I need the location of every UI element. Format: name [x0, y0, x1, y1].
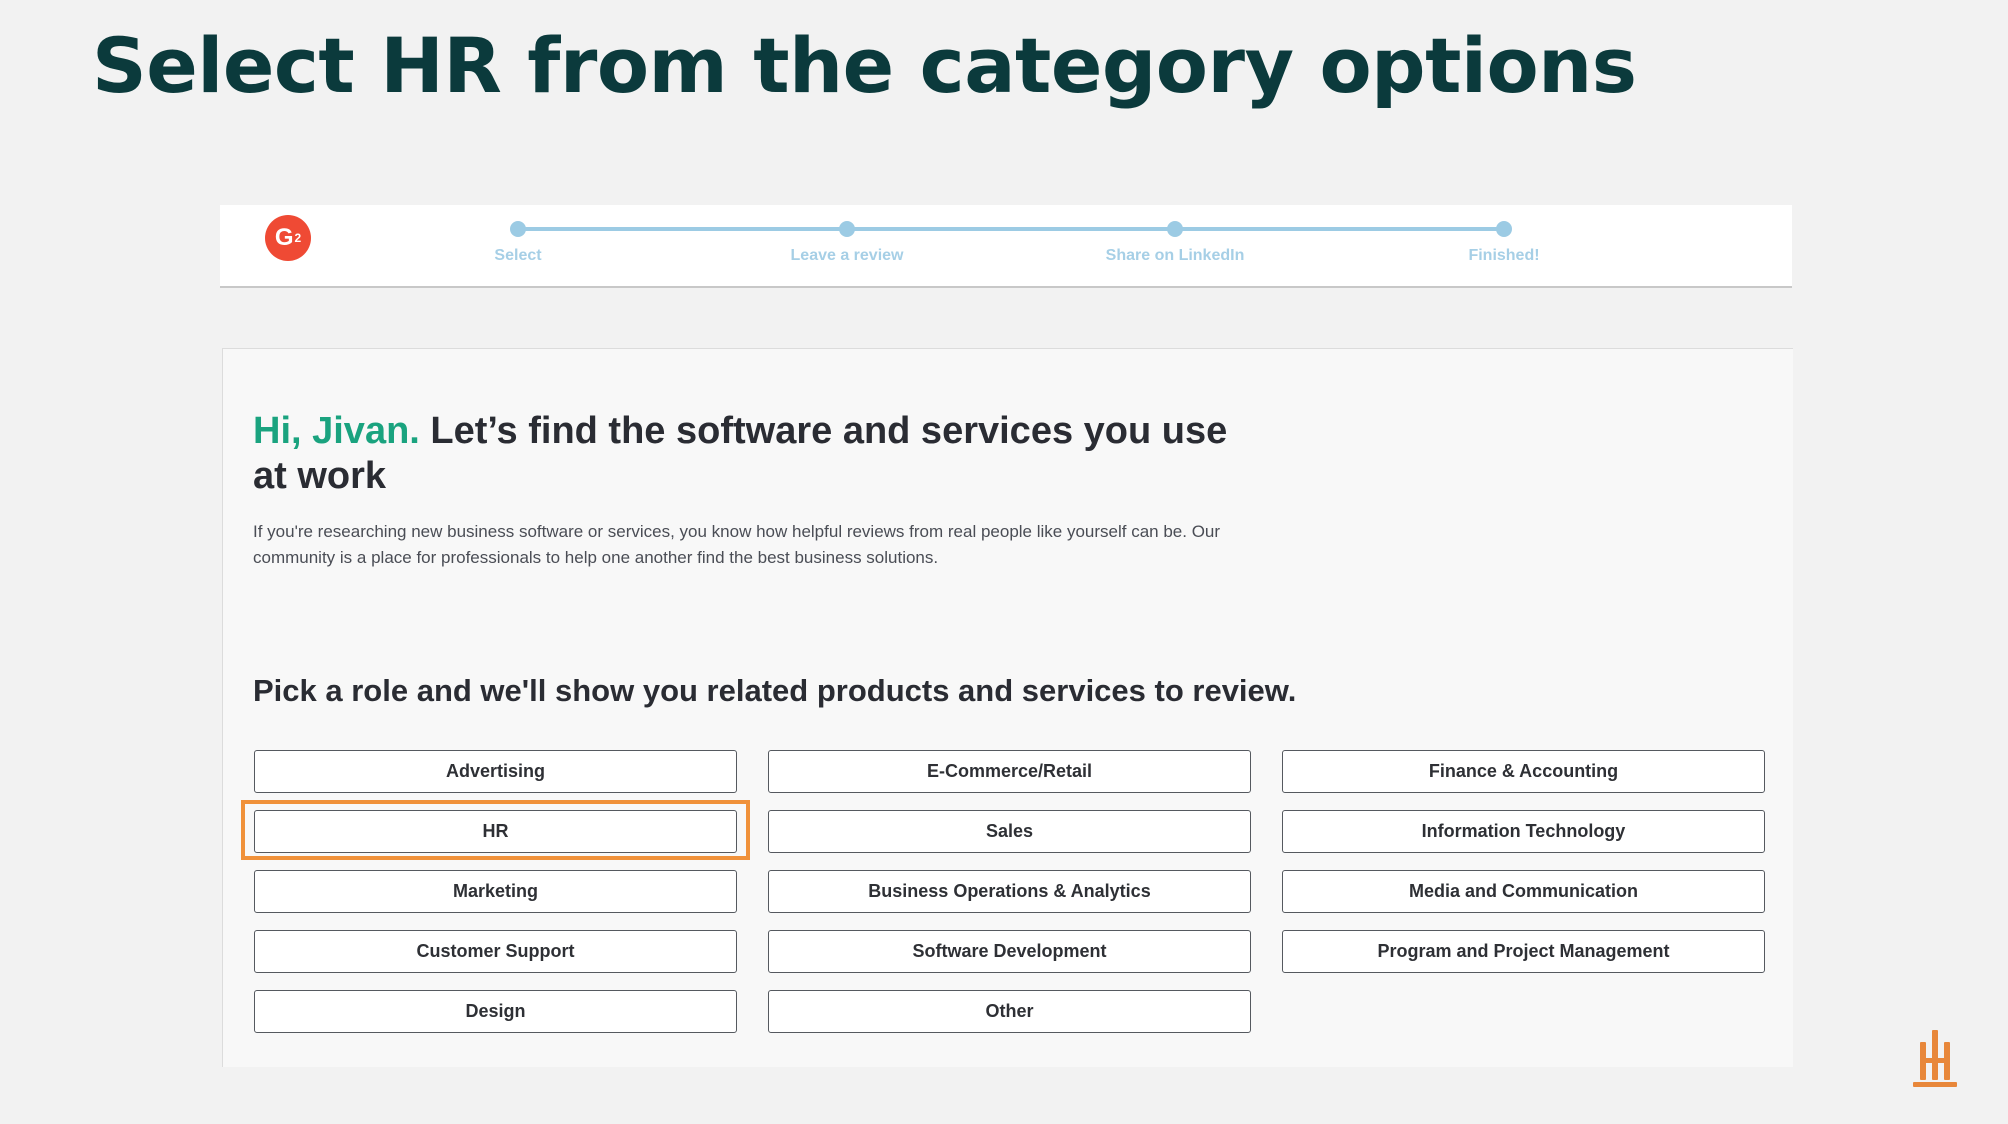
brand-mark-icon: [1913, 1030, 1957, 1087]
role-button-advertising[interactable]: Advertising: [254, 750, 737, 793]
role-button-program-project-management[interactable]: Program and Project Management: [1282, 930, 1765, 973]
role-button-finance-accounting[interactable]: Finance & Accounting: [1282, 750, 1765, 793]
role-button-design[interactable]: Design: [254, 990, 737, 1033]
g2-logo-sup: 2: [294, 231, 302, 245]
pick-role-heading: Pick a role and we'll show you related p…: [253, 673, 1297, 708]
step-dot-select: [510, 221, 526, 237]
greeting-heading: Hi, Jivan. Let’s find the software and s…: [253, 409, 1253, 499]
step-label-leave-review: Leave a review: [790, 247, 904, 264]
stepper-track: [518, 227, 1504, 231]
role-button-business-operations-analytics[interactable]: Business Operations & Analytics: [768, 870, 1251, 913]
role-button-software-development[interactable]: Software Development: [768, 930, 1251, 973]
role-button-sales[interactable]: Sales: [768, 810, 1251, 853]
hr-highlight-box: [241, 800, 750, 860]
role-button-information-technology[interactable]: Information Technology: [1282, 810, 1765, 853]
role-button-customer-support[interactable]: Customer Support: [254, 930, 737, 973]
step-dot-share-linkedin: [1167, 221, 1183, 237]
step-dot-leave-review: [839, 221, 855, 237]
step-label-share-linkedin: Share on LinkedIn: [1105, 247, 1245, 264]
review-stepper-header: G2 Select Leave a review Share on Linked…: [220, 205, 1792, 288]
g2-logo-icon[interactable]: G2: [265, 215, 311, 261]
step-label-select: Select: [494, 247, 542, 264]
role-button-other[interactable]: Other: [768, 990, 1251, 1033]
slide-title: Select HR from the category options: [92, 21, 1637, 110]
role-button-marketing[interactable]: Marketing: [254, 870, 737, 913]
role-button-ecommerce-retail[interactable]: E-Commerce/Retail: [768, 750, 1251, 793]
g2-logo-letter: G: [274, 224, 294, 251]
step-label-finished: Finished!: [1468, 247, 1540, 264]
intro-text: If you're researching new business softw…: [253, 522, 1221, 567]
role-button-media-communication[interactable]: Media and Communication: [1282, 870, 1765, 913]
greeting-name: Hi, Jivan.: [253, 410, 420, 452]
step-dot-finished: [1496, 221, 1512, 237]
